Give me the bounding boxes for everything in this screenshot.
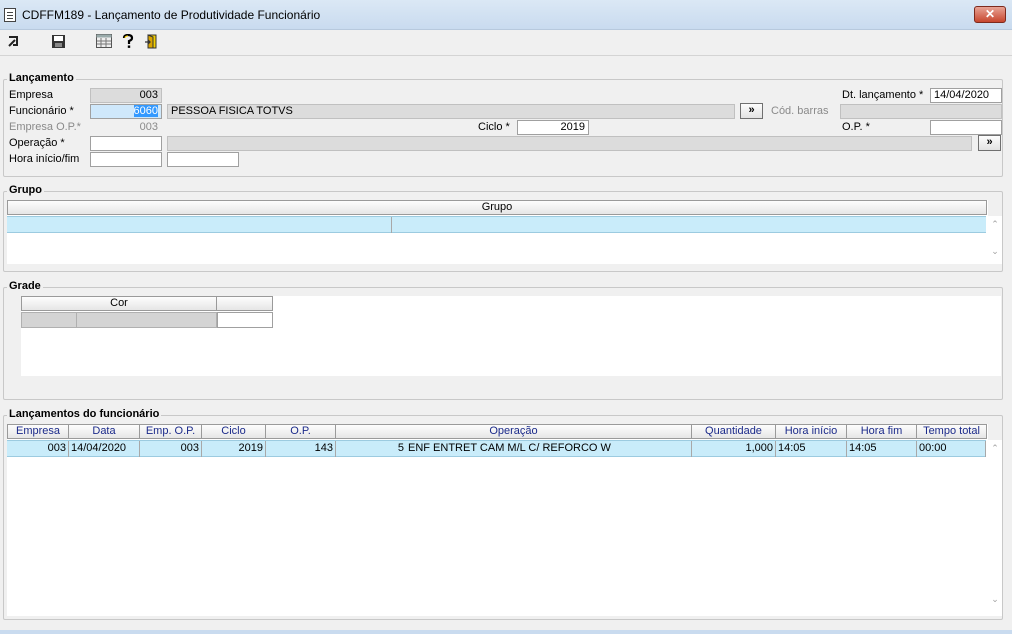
lancamento-legend: Lançamento xyxy=(7,72,76,84)
cell-op: 143 xyxy=(266,441,336,457)
cod-barras-label: Cód. barras xyxy=(771,105,829,117)
hora-fim-field[interactable] xyxy=(167,152,239,167)
empresa-field: 003 xyxy=(90,88,162,103)
grade-cor-header[interactable]: Cor xyxy=(21,296,217,311)
scroll-up-icon[interactable]: ⌃ xyxy=(988,219,1002,230)
col-quantidade[interactable]: Quantidade xyxy=(692,424,776,439)
scroll-up-icon[interactable]: ⌃ xyxy=(988,443,1002,454)
window-bottom-border xyxy=(0,630,1012,634)
document-icon xyxy=(4,8,16,22)
dt-lancamento-field[interactable]: 14/04/2020 xyxy=(930,88,1002,103)
funcionario-label: Funcionário * xyxy=(9,105,74,117)
funcionario-name-field: PESSOA FISICA TOTVS xyxy=(167,104,735,119)
cell-ciclo: 2019 xyxy=(202,441,266,457)
cod-barras-field xyxy=(840,104,1002,119)
col-emp-op[interactable]: Emp. O.P. xyxy=(140,424,202,439)
cell-hora-fim: 14:05 xyxy=(847,441,917,457)
door-exit-icon[interactable] xyxy=(143,34,159,50)
col-empresa[interactable]: Empresa xyxy=(7,424,69,439)
cell-operacao: ENF ENTRET CAM M/L C/ REFORCO W xyxy=(406,441,692,457)
funcionario-lookup-button[interactable]: » xyxy=(740,103,763,119)
exit-icon[interactable] xyxy=(6,34,22,50)
grade-cell-divider xyxy=(76,313,77,327)
hora-inicio-fim-label: Hora início/fim xyxy=(9,153,80,165)
cell-operacao-code: 5 xyxy=(397,442,404,454)
lancamentos-legend: Lançamentos do funcionário xyxy=(7,408,162,420)
hora-inicio-field[interactable] xyxy=(90,152,162,167)
op-label: O.P. * xyxy=(842,121,870,133)
funcionario-code-field[interactable]: 6060 xyxy=(90,104,162,119)
dt-lancamento-label: Dt. lançamento * xyxy=(842,89,924,101)
col-data[interactable]: Data xyxy=(69,424,140,439)
cell-emp-op: 003 xyxy=(140,441,202,457)
cell-data: 14/04/2020 xyxy=(69,441,140,457)
col-op[interactable]: O.P. xyxy=(266,424,336,439)
grade-legend: Grade xyxy=(7,280,43,292)
grupo-legend: Grupo xyxy=(7,184,44,196)
col-operacao[interactable]: Operação xyxy=(336,424,692,439)
grupo-column-header[interactable]: Grupo xyxy=(7,200,987,215)
lancamentos-scrollbar[interactable]: ⌃ ⌄ xyxy=(988,440,1002,616)
scroll-down-icon[interactable]: ⌄ xyxy=(988,246,1002,257)
empresa-op-label: Empresa O.P.* xyxy=(9,121,81,133)
help-icon[interactable] xyxy=(120,33,136,50)
operacao-code-field[interactable] xyxy=(90,136,162,151)
operacao-label: Operação * xyxy=(9,137,65,149)
ciclo-label: Ciclo * xyxy=(478,121,510,133)
empresa-label: Empresa xyxy=(9,89,54,101)
col-hora-inicio[interactable]: Hora início xyxy=(776,424,847,439)
table-row[interactable]: 003 14/04/2020 003 2019 143 5 ENF ENTRET… xyxy=(7,440,986,457)
cell-tempo-total: 00:00 xyxy=(917,441,986,457)
col-ciclo[interactable]: Ciclo xyxy=(202,424,266,439)
empresa-op-field: 003 xyxy=(90,120,162,135)
col-hora-fim[interactable]: Hora fim xyxy=(847,424,917,439)
col-tempo-total[interactable]: Tempo total xyxy=(917,424,987,439)
cell-hora-inicio: 14:05 xyxy=(776,441,847,457)
grade-row-cor[interactable] xyxy=(21,312,217,328)
operacao-desc-field xyxy=(167,136,972,151)
cell-empresa: 003 xyxy=(7,441,69,457)
calculator-icon[interactable] xyxy=(96,34,112,50)
window-title: CDFFM189 - Lançamento de Produtividade F… xyxy=(22,8,321,22)
grupo-scrollbar[interactable]: ⌃ ⌄ xyxy=(988,216,1002,264)
grupo-cell-code xyxy=(7,217,392,233)
op-field[interactable] xyxy=(930,120,1002,135)
grade-size-header[interactable] xyxy=(217,296,273,311)
cell-quantidade: 1,000 xyxy=(692,441,776,457)
operacao-lookup-button[interactable]: » xyxy=(978,135,1001,151)
scroll-down-icon[interactable]: ⌄ xyxy=(988,594,1002,605)
ciclo-field[interactable]: 2019 xyxy=(517,120,589,135)
grade-qty-cell[interactable] xyxy=(217,312,273,328)
close-button[interactable]: ✕ xyxy=(974,6,1006,23)
save-icon[interactable] xyxy=(50,34,66,50)
grupo-grid-row[interactable] xyxy=(7,216,986,233)
